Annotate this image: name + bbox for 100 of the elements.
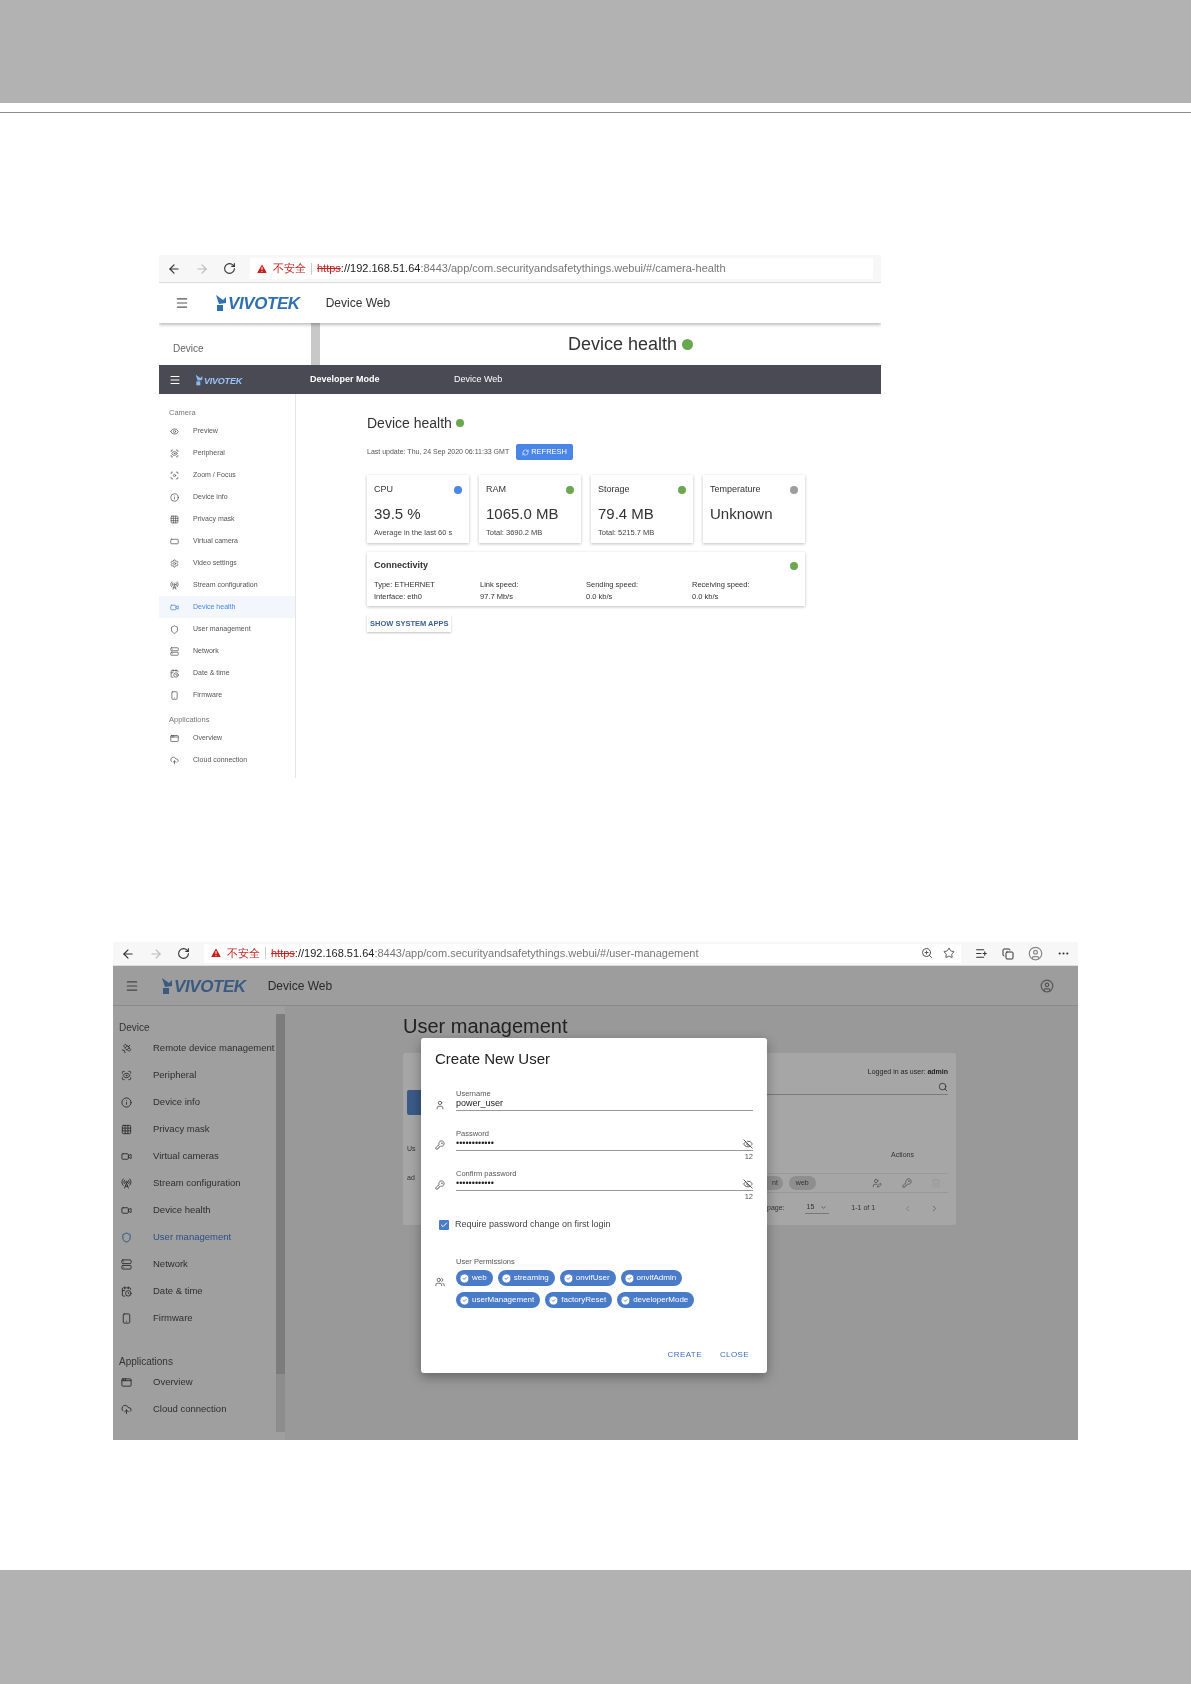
app-title: Device Web (267, 977, 333, 995)
account-icon[interactable] (1040, 978, 1054, 993)
permission-chip[interactable]: onvifAdmin (620, 1270, 683, 1286)
permission-chip[interactable]: userManagement (456, 1292, 541, 1308)
window-icon (170, 733, 179, 743)
sidebar-item[interactable]: Virtual cameras (113, 1143, 276, 1170)
users-icon (435, 1277, 445, 1287)
key-icon (435, 1140, 445, 1150)
warning-icon (210, 947, 222, 960)
metric-title: RAM (486, 483, 506, 496)
rectangle-icon (170, 536, 179, 546)
dialog-title: Create New User (435, 1050, 552, 1068)
reload-icon[interactable] (223, 262, 236, 275)
sidebar-item[interactable]: Peripheral (113, 1062, 276, 1089)
edit-user-icon[interactable] (871, 1178, 882, 1188)
permission-chip[interactable]: factoryReset (545, 1292, 613, 1308)
scrollbar[interactable] (276, 1014, 285, 1432)
sidebar-item[interactable]: Device health (113, 1197, 276, 1224)
permission-chip[interactable]: developerMode (617, 1292, 695, 1308)
forward-icon[interactable] (149, 946, 163, 961)
server-icon (121, 1259, 132, 1270)
grid-icon (121, 1124, 132, 1135)
refresh-icon (522, 448, 530, 456)
zoom-icon[interactable] (921, 947, 933, 960)
menu-icon[interactable] (169, 373, 181, 386)
permission-chip[interactable]: streaming (497, 1270, 555, 1286)
sidebar-item[interactable]: Firmware (113, 1305, 276, 1332)
window-icon (121, 1377, 132, 1388)
metric-title: Storage (598, 483, 630, 496)
focus-icon (170, 470, 179, 480)
sidebar-item[interactable]: Device info (113, 1089, 276, 1116)
star-icon[interactable] (943, 947, 955, 960)
metric-value: 39.5 % (374, 504, 422, 523)
logo-text: VIVOTEK (204, 376, 242, 386)
address-bar[interactable]: 不安全 https://192.168.51.64:8443/app/com.securityandsafetythings.webui/#/user-management (204, 944, 961, 963)
dialog-button[interactable]: CREATE (667, 1350, 702, 1360)
info-icon (170, 492, 179, 502)
reload-icon[interactable] (177, 947, 190, 960)
logo-text: VIVOTEK (174, 977, 246, 995)
check-icon (440, 1221, 448, 1229)
warning-icon (256, 262, 268, 275)
video-camera-icon (121, 1205, 132, 1216)
app-title: Device Web (454, 372, 503, 386)
sidebar-heading: Applications (118, 1355, 174, 1369)
check-circle-icon (459, 1272, 470, 1284)
sidebar-item[interactable]: Cloud connection (113, 1396, 276, 1423)
metric-value: 1065.0 MB (486, 504, 560, 523)
sidebar-item[interactable]: Date & time (113, 1278, 276, 1305)
app-title: Device Web (325, 295, 391, 312)
search-field[interactable] (767, 1080, 948, 1095)
sidebar-item[interactable]: Remote device management (113, 1035, 276, 1062)
shield-icon (170, 624, 179, 634)
permission-chip[interactable]: web (456, 1270, 493, 1286)
hide-password-icon[interactable] (743, 1179, 753, 1189)
collections-icon[interactable] (1002, 947, 1014, 960)
tower-icon (121, 1178, 132, 1189)
check-circle-icon (548, 1294, 560, 1306)
sidebar-item[interactable]: Privacy mask (113, 1116, 276, 1143)
sidebar-item[interactable]: User management (113, 1224, 276, 1251)
address-bar[interactable]: 不安全 https://192.168.51.64:8443/app/com.securityandsafetythings.webui/#/camera-health (250, 257, 873, 280)
url-text: https://192.168.51.64:8443/app/com.securityandsafetythings.webui/#/user-management (271, 946, 699, 962)
metric-value: Unknown (710, 504, 774, 523)
page-title: User management (403, 1014, 569, 1038)
check-circle-icon (620, 1294, 632, 1306)
key-icon (435, 1180, 445, 1190)
metric-title: CPU (374, 483, 393, 496)
tower-icon (170, 580, 179, 590)
cloud-upload-icon (170, 755, 179, 765)
phone-icon (170, 690, 179, 700)
user-icon (435, 1100, 445, 1110)
forward-icon[interactable] (195, 261, 209, 276)
favorites-icon[interactable] (975, 947, 988, 960)
calendar-icon (170, 668, 179, 678)
eye-icon (170, 426, 179, 436)
dialog-button[interactable]: CLOSE (719, 1350, 749, 1360)
scan-eye-icon (121, 1070, 132, 1081)
satellite-icon (121, 1043, 132, 1054)
profile-icon[interactable] (1028, 946, 1043, 961)
back-icon[interactable] (167, 261, 181, 276)
scrollbar[interactable] (311, 323, 320, 365)
info-icon (121, 1097, 132, 1108)
dropdown-icon (820, 1204, 828, 1211)
scan-eye-icon (170, 448, 179, 458)
checkbox[interactable] (439, 1220, 449, 1230)
checkbox-label: Require password change on first login (455, 1218, 611, 1232)
logo-text: VIVOTEK (228, 295, 300, 312)
cloud-upload-icon (121, 1404, 132, 1415)
hide-password-icon[interactable] (743, 1139, 753, 1149)
settings-icon (170, 558, 179, 568)
sidebar-item[interactable]: Overview (113, 1369, 276, 1396)
phone-icon (121, 1313, 132, 1324)
grid-icon (170, 514, 179, 524)
sidebar-item[interactable]: Stream configuration (113, 1170, 276, 1197)
key-icon[interactable] (901, 1178, 912, 1188)
permission-chip[interactable]: onvifUser (559, 1270, 616, 1286)
back-icon[interactable] (121, 946, 135, 961)
sidebar-heading: Device (118, 1021, 151, 1035)
menu-icon[interactable] (175, 296, 189, 310)
sidebar-item[interactable]: Network (113, 1251, 276, 1278)
card-title: Connectivity (374, 559, 428, 572)
